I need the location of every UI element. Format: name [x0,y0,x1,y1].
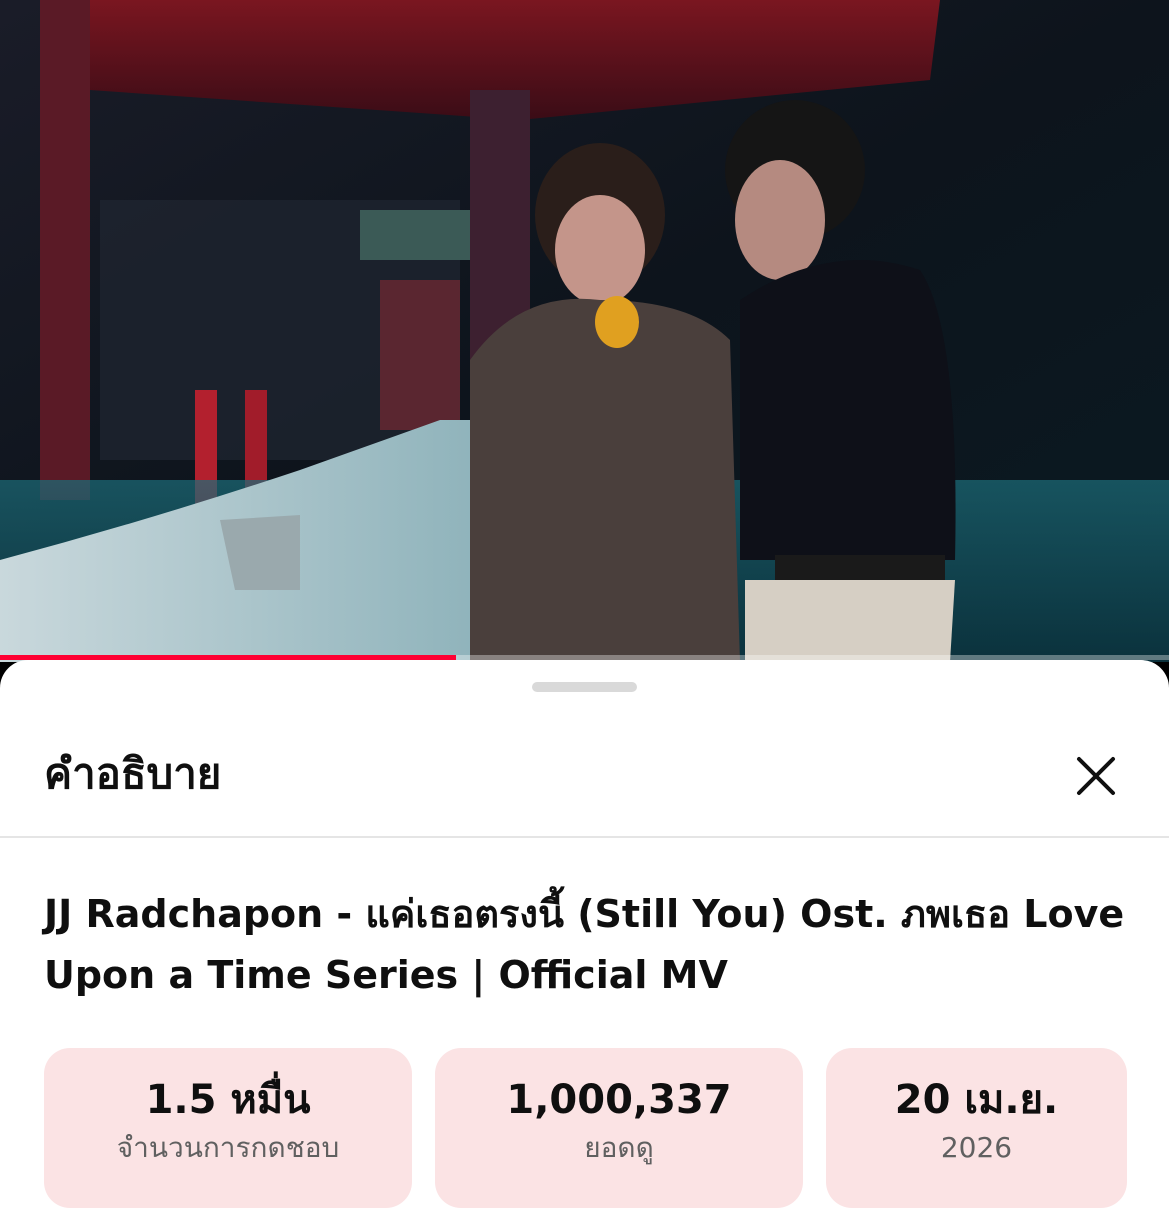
likes-count: 1.5 หมื่น [145,1077,311,1123]
close-icon [1077,757,1115,795]
divider [0,836,1169,838]
likes-label: จำนวนการกดชอบ [116,1131,340,1164]
date-stat-card: 20 เม.ย. 2026 [826,1048,1127,1208]
views-stat-card: 1,000,337 ยอดดู [435,1048,803,1208]
video-frame-image [0,0,1169,662]
description-sheet: คำอธิบาย JJ Radchapon - แค่เธอตรงนี้ (St… [0,660,1169,1220]
video-player[interactable] [0,0,1169,662]
views-label: ยอดดู [584,1131,654,1164]
video-title: JJ Radchapon - แค่เธอตรงนี้ (Still You) … [44,892,1125,997]
drag-handle[interactable] [532,682,637,692]
publish-year: 2026 [940,1131,1013,1164]
close-button[interactable] [1068,748,1124,804]
likes-stat-card: 1.5 หมื่น จำนวนการกดชอบ [44,1048,412,1208]
views-count: 1,000,337 [506,1077,732,1123]
sheet-heading: คำอธิบาย [44,749,222,798]
publish-date: 20 เม.ย. [894,1077,1059,1123]
